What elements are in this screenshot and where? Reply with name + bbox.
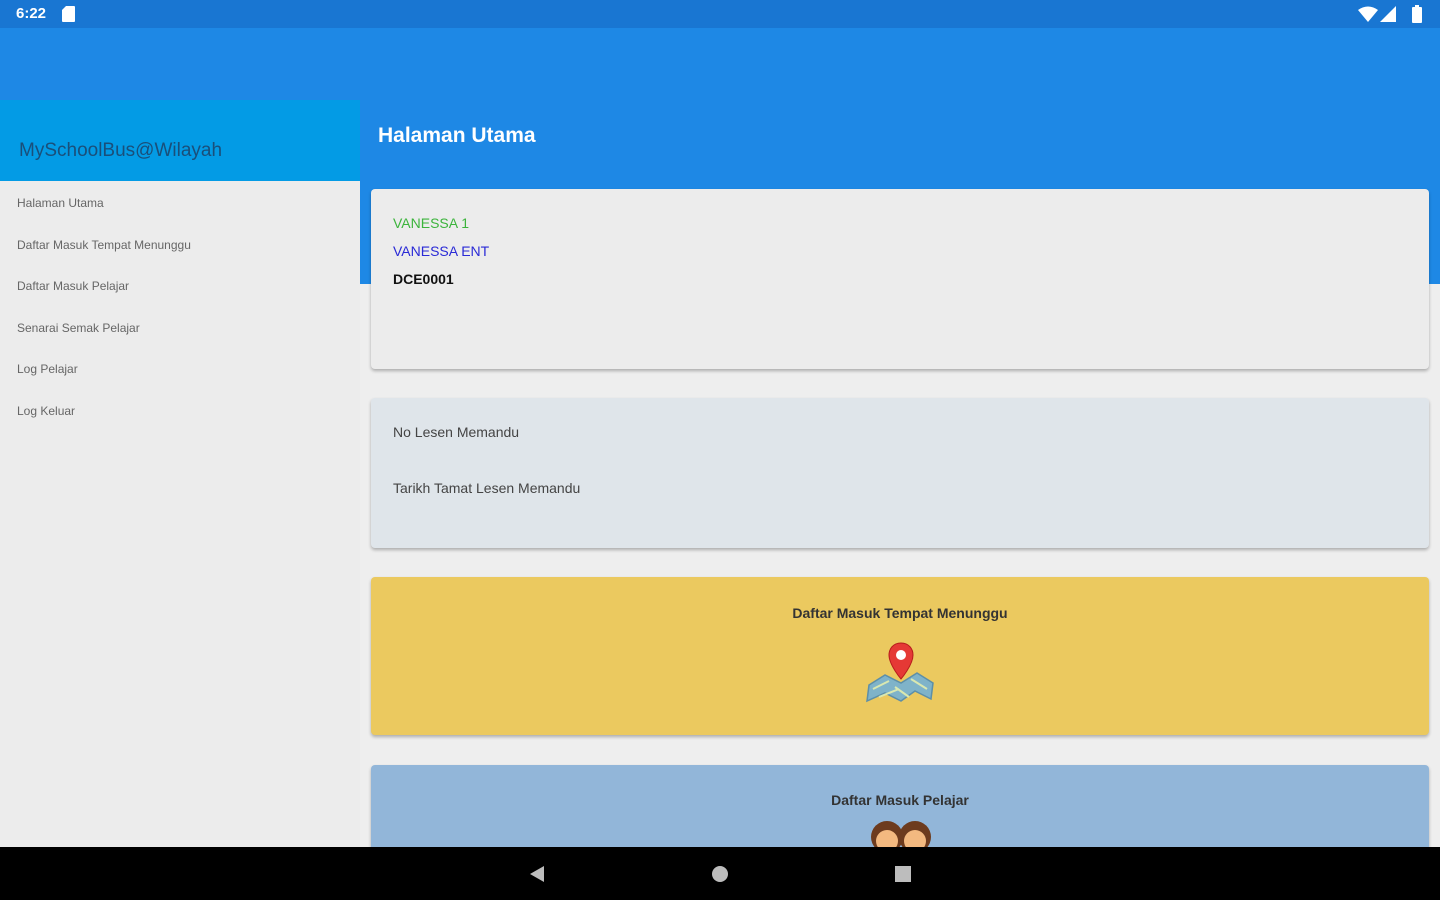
sd-card-icon bbox=[62, 6, 75, 22]
battery-icon bbox=[1412, 5, 1422, 23]
back-icon[interactable] bbox=[527, 864, 547, 884]
cell-signal-icon bbox=[1380, 6, 1396, 22]
waiting-card-label: Daftar Masuk Tempat Menunggu bbox=[792, 605, 1008, 621]
status-time: 6:22 bbox=[16, 5, 47, 22]
system-nav-bar bbox=[0, 847, 1440, 900]
student-checkin-card[interactable]: Daftar Masuk Pelajar bbox=[371, 765, 1429, 847]
drawer-item-daftar-masuk-pelajar[interactable]: Daftar Masuk Pelajar bbox=[0, 264, 360, 306]
drawer-menu: Halaman Utama Daftar Masuk Tempat Menung… bbox=[0, 181, 360, 431]
profile-name: VANESSA 1 bbox=[393, 215, 470, 231]
license-number-label: No Lesen Memandu bbox=[393, 424, 520, 440]
main-content[interactable]: VANESSA 1 VANESSA ENT DCE0001 No Lesen M… bbox=[360, 100, 1440, 847]
app-bar bbox=[0, 28, 1440, 100]
wifi-icon bbox=[1358, 6, 1378, 22]
drawer-item-log-pelajar[interactable]: Log Pelajar bbox=[0, 347, 360, 389]
recent-apps-icon[interactable] bbox=[893, 864, 913, 884]
drawer-header: MySchoolBus@Wilayah bbox=[0, 100, 360, 181]
profile-company: VANESSA ENT bbox=[393, 243, 490, 259]
drawer-item-senarai-semak-pelajar[interactable]: Senarai Semak Pelajar bbox=[0, 306, 360, 348]
home-icon[interactable] bbox=[710, 864, 730, 884]
profile-card: VANESSA 1 VANESSA ENT DCE0001 bbox=[371, 189, 1429, 369]
status-icons bbox=[1356, 5, 1426, 23]
map-pin-icon bbox=[866, 642, 934, 703]
status-bar: 6:22 bbox=[0, 0, 1440, 28]
drawer-item-daftar-masuk-tempat-menunggu[interactable]: Daftar Masuk Tempat Menunggu bbox=[0, 223, 360, 265]
navigation-drawer: MySchoolBus@Wilayah Halaman Utama Daftar… bbox=[0, 100, 360, 847]
waiting-place-checkin-card[interactable]: Daftar Masuk Tempat Menunggu bbox=[371, 577, 1429, 735]
license-expiry-label: Tarikh Tamat Lesen Memandu bbox=[393, 480, 581, 496]
drawer-item-log-keluar[interactable]: Log Keluar bbox=[0, 389, 360, 431]
app-name: MySchoolBus@Wilayah bbox=[19, 140, 223, 161]
student-card-label: Daftar Masuk Pelajar bbox=[831, 792, 969, 808]
students-icon bbox=[871, 821, 931, 847]
drawer-item-halaman-utama[interactable]: Halaman Utama bbox=[0, 181, 360, 223]
license-card: No Lesen Memandu Tarikh Tamat Lesen Mema… bbox=[371, 398, 1429, 548]
profile-code: DCE0001 bbox=[393, 271, 454, 287]
